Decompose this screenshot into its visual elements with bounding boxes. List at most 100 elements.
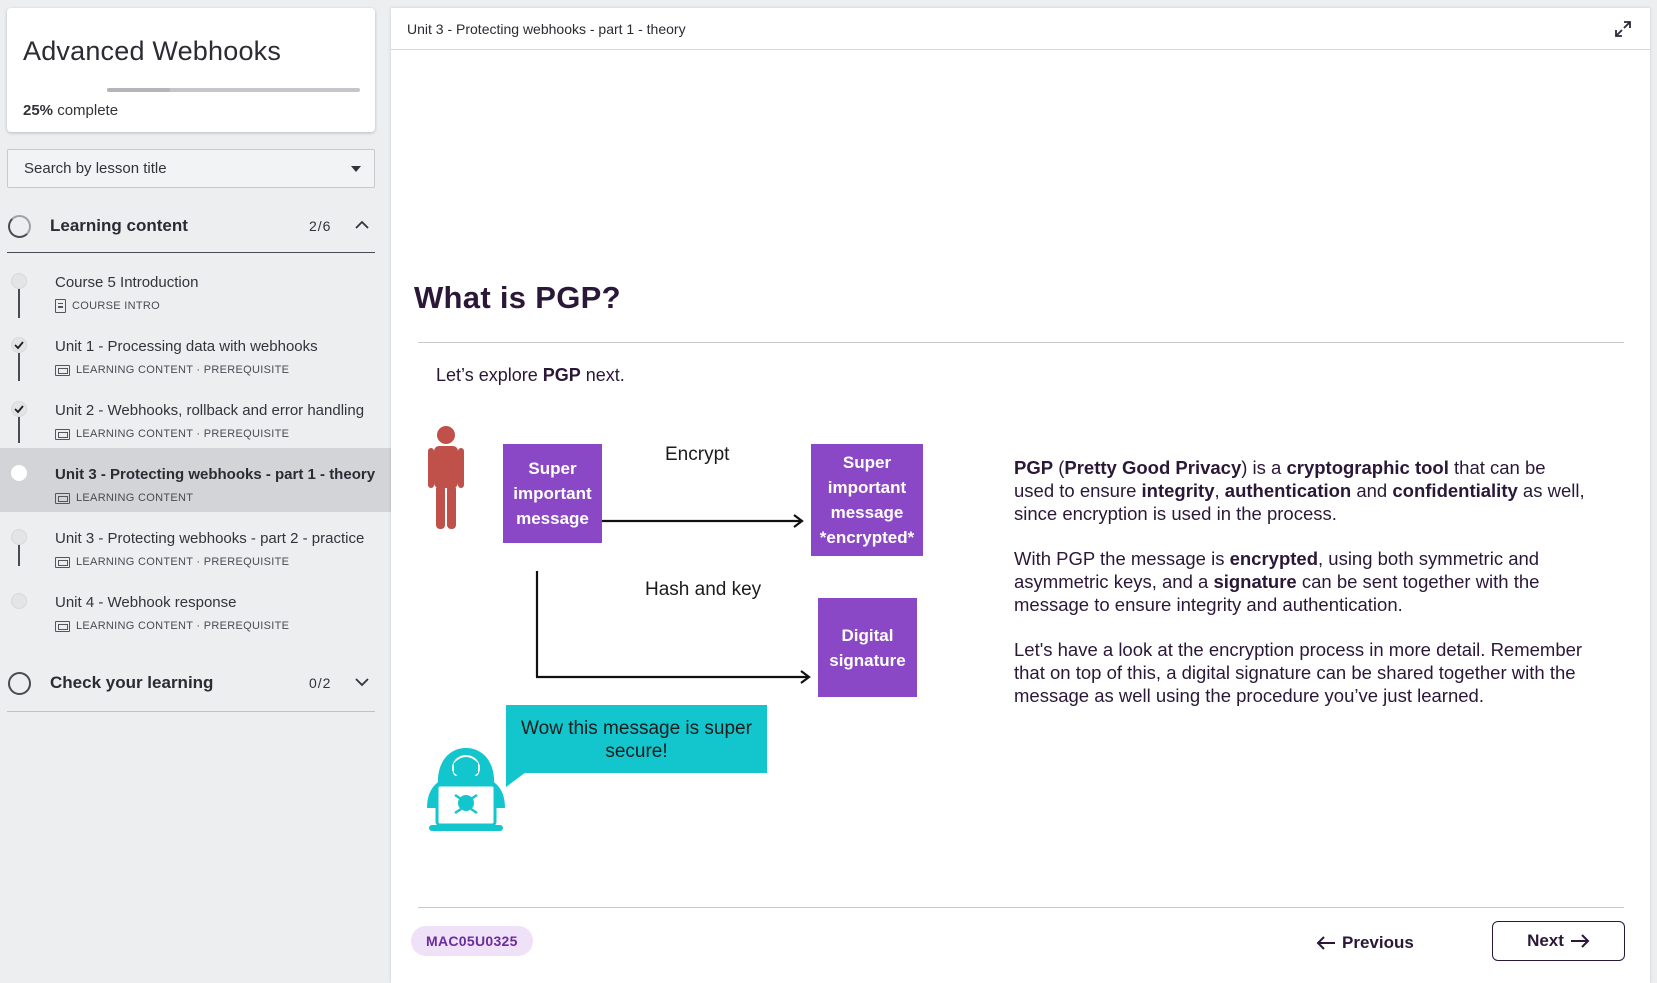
chevron-up-icon[interactable]: [355, 218, 369, 232]
lesson-meta: LEARNING CONTENT · PREREQUISITE: [55, 427, 289, 441]
lesson-search-label: Search by lesson title: [24, 160, 167, 177]
lesson-meta: LEARNING CONTENT · PREREQUISITE: [55, 555, 289, 569]
section-label: Learning content: [50, 216, 188, 235]
course-progress-fill: [107, 88, 171, 92]
lesson-meta: COURSE INTRO: [55, 299, 160, 313]
lesson-meta-text: LEARNING CONTENT · PREREQUISITE: [76, 620, 290, 632]
lesson-list: Course 5 Introduction COURSE INTRO Unit …: [0, 256, 391, 640]
progress-ring-icon: [8, 672, 31, 695]
emphasis-text: cryptographic tool: [1286, 457, 1449, 478]
emphasis-text: PGP: [1014, 457, 1054, 478]
section-label: Check your learning: [50, 673, 214, 692]
lesson-item[interactable]: Unit 1 - Processing data with webhooks L…: [0, 320, 391, 384]
intro-after: next.: [580, 365, 625, 385]
lesson-item[interactable]: Unit 2 - Webhooks, rollback and error ha…: [0, 384, 391, 448]
lesson-meta-text: LEARNING CONTENT · PREREQUISITE: [76, 364, 290, 376]
lesson-meta: LEARNING CONTENT: [55, 491, 193, 505]
progress-text: 25% complete: [23, 102, 118, 119]
lesson-meta: LEARNING CONTENT · PREREQUISITE: [55, 619, 289, 633]
speech-bubble: Wow this message is super secure!: [506, 705, 767, 773]
body-text: and: [1351, 480, 1393, 501]
progress-ring-icon: [8, 215, 31, 238]
emphasis-text: confidentiality: [1392, 480, 1518, 501]
lesson-title: Unit 2 - Webhooks, rollback and error ha…: [55, 402, 365, 419]
checkmark-icon: [14, 405, 24, 414]
divider: [418, 907, 1624, 908]
caret-down-icon: [351, 166, 361, 172]
explanation-paragraph-3: Let's have a look at the encryption proc…: [1014, 639, 1583, 706]
checkmark-icon: [14, 341, 24, 350]
lesson-item[interactable]: Course 5 Introduction COURSE INTRO: [0, 256, 391, 320]
body-text: (: [1053, 457, 1065, 478]
lesson-search-select[interactable]: Search by lesson title: [7, 149, 375, 188]
encrypted-message-box: Super important message *encrypted*: [811, 444, 923, 556]
lesson-title: Unit 3 - Protecting webhooks - part 1 - …: [55, 466, 376, 483]
emphasis-text: signature: [1213, 571, 1297, 592]
intro-text: Let’s explore PGP next.: [436, 365, 625, 386]
status-dot-icon: [11, 273, 27, 289]
slides-icon: [55, 620, 70, 632]
hash-key-label: Hash and key: [645, 579, 762, 600]
lesson-item[interactable]: Unit 4 - Webhook response LEARNING CONTE…: [0, 576, 391, 640]
intro-bold: PGP: [542, 365, 581, 385]
arrow-right-icon: [1570, 934, 1590, 948]
section-check-your-learning[interactable]: Check your learning 0/2: [7, 658, 375, 712]
document-icon: [55, 299, 66, 313]
lesson-meta-text: LEARNING CONTENT: [76, 492, 194, 504]
arrow-encrypt: [593, 514, 804, 528]
emphasis-text: integrity: [1141, 480, 1215, 501]
breadcrumb: Unit 3 - Protecting webhooks - part 1 - …: [407, 21, 686, 37]
next-button[interactable]: Next: [1492, 921, 1625, 961]
lesson-title: Unit 4 - Webhook response: [55, 594, 237, 611]
status-dot-icon: [11, 593, 27, 609]
slides-icon: [55, 364, 70, 376]
next-label: Next: [1527, 931, 1564, 950]
lesson-code-badge: MAC05U0325: [411, 926, 533, 956]
lesson-panel: Unit 3 - Protecting webhooks - part 1 - …: [391, 8, 1650, 983]
person-icon: [428, 426, 464, 529]
expand-icon[interactable]: [1614, 20, 1632, 38]
explanation-paragraph-2: With PGP the message is encrypted, using…: [1014, 547, 1589, 616]
lesson-meta: LEARNING CONTENT · PREREQUISITE: [55, 363, 289, 377]
lesson-item-current[interactable]: Unit 3 - Protecting webhooks - part 1 - …: [0, 448, 391, 512]
course-progress-bar: [107, 88, 360, 92]
previous-button[interactable]: Previous: [1316, 924, 1414, 962]
lesson-meta-text: COURSE INTRO: [72, 300, 160, 312]
course-progress-card: Advanced Webhooks 25% complete: [7, 8, 375, 132]
encrypt-label: Encrypt: [665, 444, 730, 465]
page-title: What is PGP?: [414, 280, 621, 315]
lesson-item[interactable]: Unit 3 - Protecting webhooks - part 2 - …: [0, 512, 391, 576]
chevron-down-icon[interactable]: [355, 675, 369, 689]
hacker-icon: [427, 748, 505, 831]
section-count: 2/6: [309, 218, 332, 234]
progress-suffix: complete: [53, 102, 119, 119]
lesson-title: Course 5 Introduction: [55, 274, 199, 291]
lesson-title: Unit 1 - Processing data with webhooks: [55, 338, 318, 355]
emphasis-text: encrypted: [1229, 548, 1318, 569]
section-learning-content[interactable]: Learning content 2/6: [7, 201, 375, 253]
section-count: 0/2: [309, 675, 332, 691]
lesson-meta-text: LEARNING CONTENT · PREREQUISITE: [76, 428, 290, 440]
arrow-left-icon: [1316, 936, 1335, 950]
divider: [418, 342, 1624, 343]
intro-before: Let’s explore: [436, 365, 543, 385]
emphasis-text: authentication: [1224, 480, 1352, 501]
course-sidebar: Advanced Webhooks 25% complete Search by…: [0, 0, 391, 983]
explanation-paragraph-1: PGP (Pretty Good Privacy) is a cryptogra…: [1014, 456, 1589, 525]
status-dot-icon: [11, 465, 27, 481]
slides-icon: [55, 428, 70, 440]
source-message-box: Super important message: [503, 444, 602, 543]
previous-label: Previous: [1342, 933, 1414, 952]
body-text: ,: [1214, 480, 1225, 501]
lesson-title: Unit 3 - Protecting webhooks - part 2 - …: [55, 530, 365, 547]
slides-icon: [55, 492, 70, 504]
pgp-diagram: Super important message Encrypt Super im…: [421, 423, 981, 848]
explanation-text: PGP (Pretty Good Privacy) is a cryptogra…: [1014, 456, 1589, 729]
lesson-meta-text: LEARNING CONTENT · PREREQUISITE: [76, 556, 290, 568]
body-text: ) is a: [1241, 457, 1287, 478]
progress-value: 25%: [23, 102, 54, 119]
emphasis-text: Pretty Good Privacy: [1064, 457, 1242, 478]
slides-icon: [55, 556, 70, 568]
status-dot-icon: [11, 529, 27, 545]
body-text: With PGP the message is: [1014, 548, 1230, 569]
